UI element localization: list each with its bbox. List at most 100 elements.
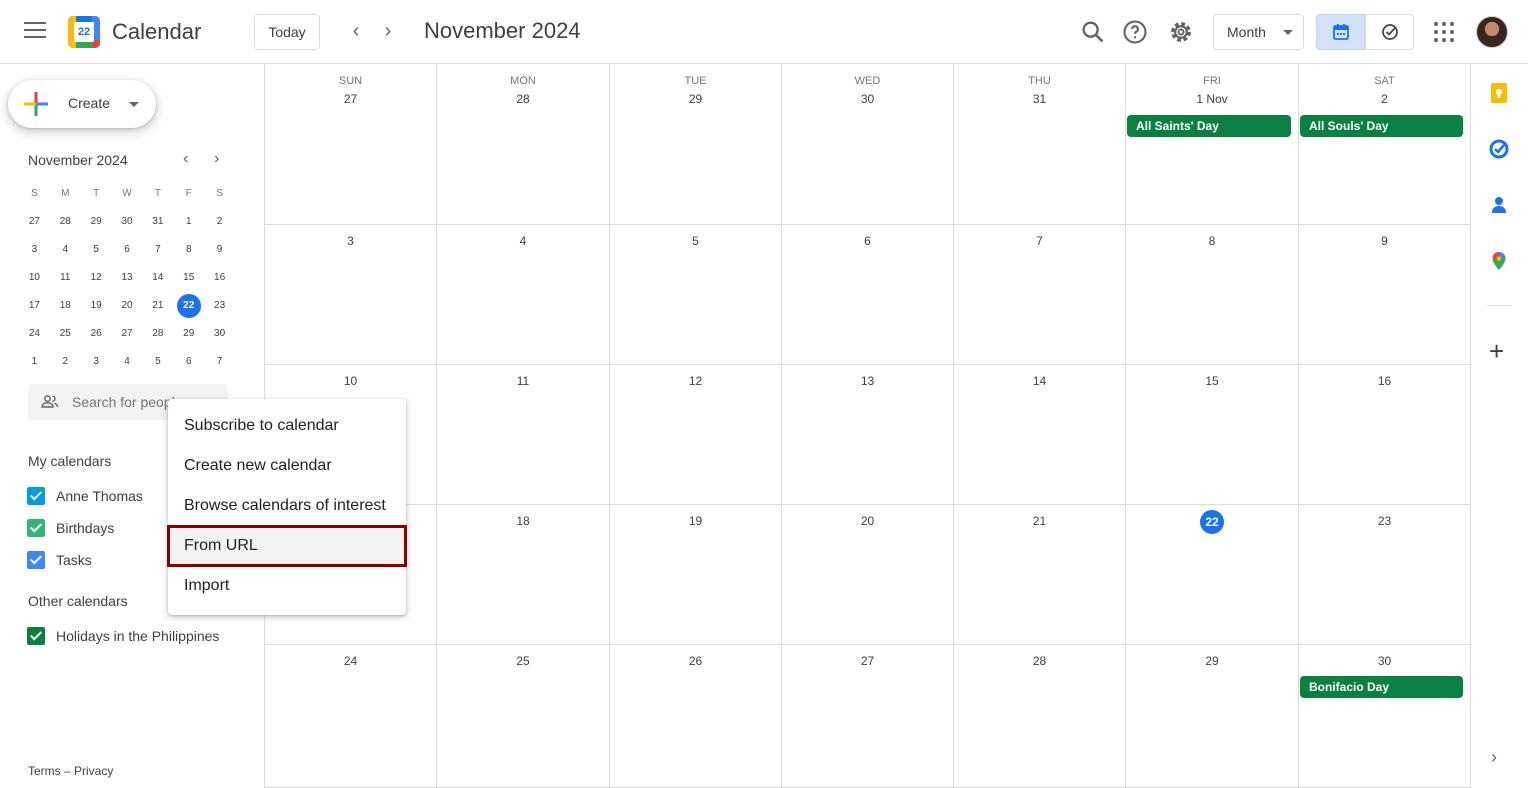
day-number[interactable]: 28: [954, 654, 1125, 668]
day-cell[interactable]: TUE 29: [610, 64, 782, 225]
chevron-right-icon[interactable]: ›: [214, 150, 219, 168]
day-cell[interactable]: 9: [1299, 225, 1471, 365]
menu-item-create-new-calendar[interactable]: Create new calendar: [168, 446, 406, 486]
day-cell[interactable]: 18: [437, 505, 610, 645]
maps-icon[interactable]: [1488, 250, 1510, 272]
mini-calendar-day[interactable]: 1: [19, 348, 50, 376]
mini-calendar-day[interactable]: 28: [142, 320, 173, 348]
checkbox[interactable]: [27, 487, 45, 505]
checkbox[interactable]: [27, 519, 45, 537]
day-number[interactable]: 19: [610, 514, 781, 528]
day-cell[interactable]: 7: [954, 225, 1126, 365]
day-number[interactable]: 3: [265, 234, 436, 248]
day-number[interactable]: 30: [782, 92, 953, 106]
day-number[interactable]: 12: [610, 374, 781, 388]
mini-calendar-day[interactable]: 12: [81, 264, 112, 292]
avatar[interactable]: [1476, 16, 1508, 48]
day-number[interactable]: 25: [437, 654, 609, 668]
day-number[interactable]: 15: [1126, 374, 1298, 388]
mini-calendar-day[interactable]: 25: [50, 320, 81, 348]
event-chip[interactable]: Bonifacio Day: [1300, 676, 1463, 698]
keep-icon[interactable]: [1488, 82, 1510, 104]
day-cell[interactable]: MON 28: [437, 64, 610, 225]
day-cell[interactable]: SUN 27: [265, 64, 437, 225]
settings-icon[interactable]: [1167, 18, 1195, 46]
day-number[interactable]: 10: [265, 374, 436, 388]
mini-calendar-day[interactable]: 11: [50, 264, 81, 292]
other-calendars-title[interactable]: Other calendars: [28, 593, 128, 609]
day-number[interactable]: 29: [610, 92, 781, 106]
day-cell[interactable]: 26: [610, 645, 782, 788]
mini-calendar-day[interactable]: 14: [142, 264, 173, 292]
day-number[interactable]: 5: [610, 234, 781, 248]
event-chip[interactable]: All Souls' Day: [1300, 115, 1463, 137]
search-icon[interactable]: [1079, 18, 1107, 46]
day-cell[interactable]: 15: [1126, 365, 1299, 505]
day-number[interactable]: 30: [1299, 654, 1470, 668]
mini-calendar-day[interactable]: 15: [173, 264, 204, 292]
day-cell[interactable]: 11: [437, 365, 610, 505]
day-cell[interactable]: SAT 2: [1299, 64, 1471, 225]
mini-calendar-day[interactable]: 4: [50, 236, 81, 264]
menu-item-from-url[interactable]: From URL: [167, 525, 407, 567]
chevron-right-icon[interactable]: ›: [1491, 747, 1497, 768]
day-cell[interactable]: 20: [782, 505, 954, 645]
mini-calendar-day[interactable]: 24: [19, 320, 50, 348]
mini-calendar-day[interactable]: 19: [81, 292, 112, 320]
menu-item-subscribe-to-calendar[interactable]: Subscribe to calendar: [168, 406, 406, 446]
day-cell[interactable]: 3: [265, 225, 437, 365]
day-number[interactable]: 23: [1299, 514, 1470, 528]
tasks-icon[interactable]: [1488, 138, 1510, 160]
mini-calendar-day[interactable]: 18: [50, 292, 81, 320]
mini-calendar-day[interactable]: 8: [173, 236, 204, 264]
day-cell[interactable]: 23: [1299, 505, 1471, 645]
mini-calendar-day[interactable]: 31: [142, 208, 173, 236]
day-cell[interactable]: 29: [1126, 645, 1299, 788]
day-number[interactable]: 28: [437, 92, 609, 106]
mini-calendar-day[interactable]: 5: [81, 236, 112, 264]
mini-calendar-day[interactable]: 3: [19, 236, 50, 264]
day-cell[interactable]: 13: [782, 365, 954, 505]
day-cell[interactable]: 19: [610, 505, 782, 645]
day-number[interactable]: 29: [1126, 654, 1298, 668]
day-number[interactable]: 6: [782, 234, 953, 248]
contacts-icon[interactable]: [1488, 194, 1510, 216]
mini-calendar-day[interactable]: 30: [112, 208, 143, 236]
mini-calendar-day[interactable]: 20: [112, 292, 143, 320]
day-number[interactable]: 20: [782, 514, 953, 528]
day-cell[interactable]: 30: [1299, 645, 1471, 788]
day-number[interactable]: 31: [954, 92, 1125, 106]
day-number[interactable]: 24: [265, 654, 436, 668]
day-cell[interactable]: 4: [437, 225, 610, 365]
help-icon[interactable]: [1121, 18, 1149, 46]
event-chip[interactable]: All Saints' Day: [1127, 115, 1291, 137]
day-cell[interactable]: 16: [1299, 365, 1471, 505]
day-number[interactable]: 16: [1299, 374, 1470, 388]
day-number[interactable]: 9: [1299, 234, 1470, 248]
create-button[interactable]: Create: [8, 80, 156, 128]
mini-calendar-day[interactable]: 6: [112, 236, 143, 264]
main-menu-icon[interactable]: [24, 22, 46, 42]
day-cell[interactable]: 12: [610, 365, 782, 505]
chevron-right-icon[interactable]: ›: [376, 20, 400, 44]
tasks-view-toggle[interactable]: [1365, 14, 1414, 50]
mini-calendar-day[interactable]: 7: [204, 348, 235, 376]
mini-calendar-day[interactable]: 1: [173, 208, 204, 236]
mini-calendar-day[interactable]: 26: [81, 320, 112, 348]
day-cell[interactable]: 6: [782, 225, 954, 365]
mini-calendar-day[interactable]: 3: [81, 348, 112, 376]
day-cell[interactable]: 27: [782, 645, 954, 788]
mini-calendar-day[interactable]: 5: [142, 348, 173, 376]
mini-calendar-day[interactable]: 10: [19, 264, 50, 292]
day-number[interactable]: 27: [265, 92, 436, 106]
day-number[interactable]: 22: [1126, 510, 1298, 534]
day-number[interactable]: 7: [954, 234, 1125, 248]
app-title[interactable]: Calendar: [112, 19, 201, 45]
mini-calendar-day[interactable]: 23: [204, 292, 235, 320]
mini-calendar-day[interactable]: 29: [81, 208, 112, 236]
menu-item-browse-calendars-of-interest[interactable]: Browse calendars of interest: [168, 486, 406, 526]
day-number[interactable]: 21: [954, 514, 1125, 528]
chevron-left-icon[interactable]: ‹: [183, 150, 188, 168]
mini-calendar-day[interactable]: 9: [204, 236, 235, 264]
day-cell[interactable]: 24: [265, 645, 437, 788]
